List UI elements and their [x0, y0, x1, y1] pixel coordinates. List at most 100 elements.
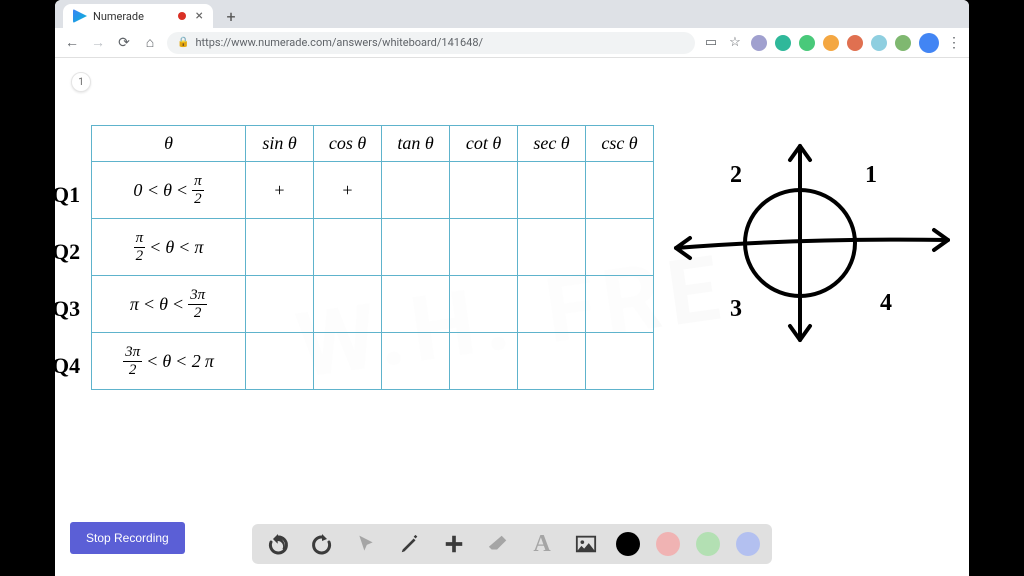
cell-csc-q4 [586, 333, 654, 390]
url-text: https://www.numerade.com/answers/whitebo… [195, 36, 483, 49]
profile-avatar[interactable] [919, 33, 939, 53]
tab-title: Numerade [93, 10, 144, 23]
cell-cot-q1 [450, 162, 518, 219]
url-input[interactable]: 🔒 https://www.numerade.com/answers/white… [167, 32, 695, 54]
cell-sec-q2 [518, 219, 586, 276]
text-icon: A [533, 531, 550, 558]
close-tab-icon[interactable]: × [196, 8, 203, 24]
redo-button[interactable] [308, 530, 336, 558]
extension-icon-1[interactable] [751, 35, 767, 51]
quadrant-svg [670, 138, 950, 348]
range-q4: 3π2 < θ < 2π [92, 333, 246, 390]
address-bar-actions: ▭ ☆ ⋮ [703, 33, 961, 53]
cell-tan-q1 [382, 162, 450, 219]
browser-menu-icon[interactable]: ⋮ [947, 35, 961, 51]
stop-recording-label: Stop Recording [86, 531, 169, 545]
range-q2: π2 < θ < π [92, 219, 246, 276]
table-row: 0 < θ < π2 + + [92, 162, 654, 219]
cell-tan-q2 [382, 219, 450, 276]
cell-cos-q4 [314, 333, 382, 390]
undo-button[interactable] [264, 530, 292, 558]
cell-cot-q4 [450, 333, 518, 390]
col-sec: sec θ [518, 126, 586, 162]
eraser-icon [487, 533, 509, 555]
col-theta: θ [92, 126, 246, 162]
browser-window: Numerade × + ← → ⟳ ⌂ 🔒 https://www.numer… [55, 0, 969, 576]
extension-icon-2[interactable] [775, 35, 791, 51]
eraser-tool[interactable] [484, 530, 512, 558]
forward-button[interactable]: → [89, 34, 107, 52]
row-label-q2: Q2 [55, 223, 80, 280]
extension-icon-4[interactable] [823, 35, 839, 51]
table-row: π < θ < 3π2 [92, 276, 654, 333]
reload-button[interactable]: ⟳ [115, 34, 133, 52]
table-row: 3π2 < θ < 2π [92, 333, 654, 390]
col-cos: cos θ [314, 126, 382, 162]
cell-cos-q1: + [314, 162, 382, 219]
table-row: π2 < θ < π [92, 219, 654, 276]
extension-icon-3[interactable] [799, 35, 815, 51]
extension-icon-7[interactable] [895, 35, 911, 51]
quad-label-3: 3 [730, 296, 742, 323]
text-tool[interactable]: A [528, 530, 556, 558]
range-q3: π < θ < 3π2 [92, 276, 246, 333]
table-header-row: θ sin θ cos θ tan θ cot θ sec θ csc θ [92, 126, 654, 162]
cell-tan-q4 [382, 333, 450, 390]
quad-label-2: 2 [730, 162, 742, 189]
plus-icon [443, 533, 465, 555]
image-tool[interactable] [572, 530, 600, 558]
color-green[interactable] [696, 532, 720, 556]
row-label-q3: Q3 [55, 280, 80, 337]
col-tan: tan θ [382, 126, 450, 162]
tab-bar: Numerade × + [55, 0, 969, 28]
col-csc: csc θ [586, 126, 654, 162]
home-button[interactable]: ⌂ [141, 34, 159, 52]
whiteboard-canvas[interactable]: Q1 Q2 Q3 Q4 θ sin θ cos θ tan θ cot θ se… [55, 58, 969, 576]
trig-table: θ sin θ cos θ tan θ cot θ sec θ csc θ 0 … [91, 125, 654, 390]
cell-sin-q3 [246, 276, 314, 333]
bookmark-icon[interactable]: ☆ [727, 35, 743, 51]
row-label-q4: Q4 [55, 337, 80, 394]
whiteboard-toolbar: A [252, 524, 772, 564]
quad-label-4: 4 [880, 290, 892, 317]
cell-sin-q2 [246, 219, 314, 276]
col-cot: cot θ [450, 126, 518, 162]
col-sin: sin θ [246, 126, 314, 162]
image-icon [574, 533, 598, 555]
quadrant-diagram: 1 2 3 4 [670, 138, 950, 348]
cell-tan-q3 [382, 276, 450, 333]
cell-cot-q2 [450, 219, 518, 276]
undo-icon [266, 532, 290, 556]
cell-csc-q2 [586, 219, 654, 276]
add-tool[interactable] [440, 530, 468, 558]
cell-sec-q3 [518, 276, 586, 333]
back-button[interactable]: ← [63, 34, 81, 52]
extension-icon-5[interactable] [847, 35, 863, 51]
redo-icon [310, 532, 334, 556]
pen-tool[interactable] [396, 530, 424, 558]
row-labels: Q1 Q2 Q3 Q4 [55, 166, 80, 394]
cell-sec-q4 [518, 333, 586, 390]
cell-sec-q1 [518, 162, 586, 219]
page-content: W.H. FRE 1 Q1 Q2 Q3 Q4 θ sin θ cos θ tan… [55, 58, 969, 576]
quad-label-1: 1 [865, 162, 877, 189]
color-blue[interactable] [736, 532, 760, 556]
browser-tab[interactable]: Numerade × [63, 4, 213, 28]
numerade-favicon [73, 9, 87, 23]
color-red[interactable] [656, 532, 680, 556]
cell-cos-q3 [314, 276, 382, 333]
row-label-q1: Q1 [55, 166, 80, 223]
recording-indicator-icon [178, 12, 186, 20]
new-tab-button[interactable]: + [221, 6, 241, 26]
cell-cot-q3 [450, 276, 518, 333]
pointer-tool[interactable] [352, 530, 380, 558]
cell-cos-q2 [314, 219, 382, 276]
extension-icon-6[interactable] [871, 35, 887, 51]
pen-icon [399, 533, 421, 555]
stop-recording-button[interactable]: Stop Recording [70, 522, 185, 554]
translate-icon[interactable]: ▭ [703, 35, 719, 51]
range-q1: 0 < θ < π2 [92, 162, 246, 219]
cell-sin-q1: + [246, 162, 314, 219]
lock-icon: 🔒 [177, 37, 189, 48]
color-black[interactable] [616, 532, 640, 556]
